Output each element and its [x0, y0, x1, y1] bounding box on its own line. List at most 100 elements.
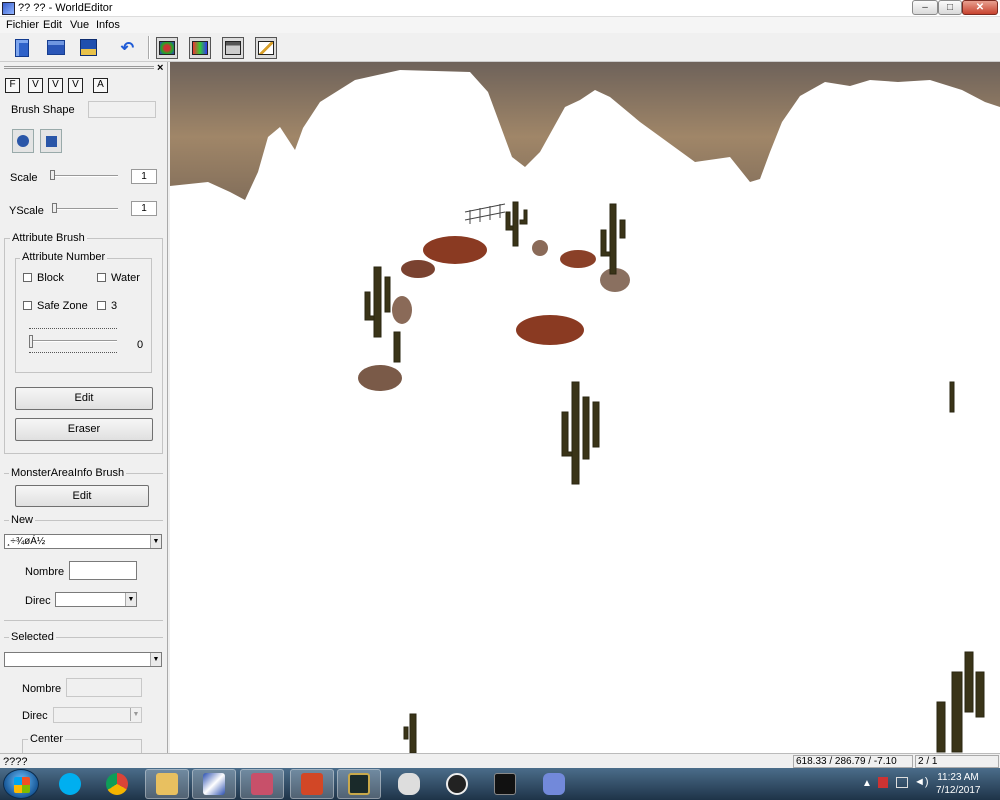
start-button[interactable] [3, 769, 39, 799]
water-label: Water [111, 272, 140, 284]
menu-bar: Fichier Edit Vue Infos [0, 17, 1000, 33]
network-icon[interactable] [896, 777, 908, 788]
view-window-button[interactable] [221, 36, 244, 59]
taskbar-powerpoint[interactable] [290, 769, 334, 799]
taskbar-cmd[interactable] [483, 769, 527, 799]
cmd-icon [494, 773, 516, 795]
volume-icon[interactable]: ◄) [914, 776, 929, 788]
taskbar-obs[interactable] [435, 769, 479, 799]
tent [423, 236, 487, 264]
safe-zone-checkbox[interactable] [23, 301, 32, 310]
tent [516, 315, 584, 345]
edit-pencil-button[interactable] [254, 36, 277, 59]
view-objects-icon [155, 36, 178, 59]
worldeditor-icon [203, 773, 225, 795]
direc-label: Direc [25, 595, 51, 607]
attr-slider-track[interactable] [29, 340, 117, 342]
brush-shape-field [88, 101, 156, 118]
yscale-label: YScale [9, 205, 44, 217]
undo-button[interactable]: ↶ [116, 36, 139, 59]
save-button[interactable] [77, 36, 100, 59]
scale-slider-track[interactable] [50, 175, 118, 177]
scale-slider-thumb[interactable] [50, 170, 55, 180]
new-monster-combo[interactable]: ¸÷¾øÁ½ ▼ [4, 534, 162, 549]
menu-fichier[interactable]: Fichier [6, 19, 39, 31]
square-icon [45, 135, 57, 147]
new-document-button[interactable] [10, 36, 33, 59]
mode-button-v2[interactable]: V [48, 78, 63, 93]
mode-button-v1[interactable]: V [28, 78, 43, 93]
monster-edit-button[interactable]: Edit [15, 485, 149, 507]
scale-value[interactable]: 1 [131, 169, 157, 184]
chevron-down-icon[interactable]: ▼ [150, 535, 161, 548]
chevron-down-icon: ▼ [130, 708, 141, 721]
yscale-slider-thumb[interactable] [52, 203, 57, 213]
attribute-number-title: Attribute Number [20, 251, 108, 263]
cactus [949, 381, 955, 413]
taskbar: ▲ ◄) 11:23 AM 7/12/2017 [0, 768, 1000, 800]
yscale-value[interactable]: 1 [131, 201, 157, 216]
water-checkbox[interactable] [97, 273, 106, 282]
mode-button-v3[interactable]: V [68, 78, 83, 93]
square-brush-button[interactable] [40, 129, 62, 153]
folder-icon [156, 773, 178, 795]
view-objects-button[interactable] [155, 36, 178, 59]
selected-monster-combo[interactable]: ▼ [4, 652, 162, 667]
selected-nombre-label: Nombre [22, 683, 62, 695]
new-title: New [9, 514, 36, 526]
selected-title: Selected [9, 631, 56, 643]
block-label: Block [37, 272, 64, 284]
chevron-down-icon[interactable]: ▼ [150, 653, 161, 666]
minimize-button[interactable]: – [912, 0, 938, 15]
window-title: ?? ?? - WorldEditor [18, 2, 113, 14]
tent [532, 240, 548, 256]
eraser-button[interactable]: Eraser [15, 418, 153, 441]
maximize-button[interactable]: □ [938, 0, 962, 15]
taskbar-league[interactable] [337, 769, 381, 799]
clock-date[interactable]: 7/12/2017 [936, 785, 981, 796]
attr-3-checkbox[interactable] [97, 301, 106, 310]
menu-infos[interactable]: Infos [96, 19, 120, 31]
taskbar-wolf[interactable] [387, 769, 431, 799]
direc-combo[interactable]: ▼ [55, 592, 137, 607]
close-button[interactable]: ✕ [962, 0, 998, 15]
nombre-input[interactable] [69, 561, 137, 580]
obs-icon [446, 773, 468, 795]
panel-close-button[interactable]: × [157, 62, 163, 74]
open-button[interactable] [44, 36, 67, 59]
selected-top-rule [4, 620, 163, 621]
tray-expand-icon[interactable]: ▲ [862, 778, 872, 789]
block-checkbox[interactable] [23, 273, 32, 282]
mode-button-a[interactable]: A [93, 78, 108, 93]
clock-time[interactable]: 11:23 AM [936, 772, 980, 783]
attribute-edit-button[interactable]: Edit [15, 387, 153, 410]
taskbar-discord[interactable] [532, 769, 576, 799]
attr-slider-value: 0 [137, 339, 144, 351]
mode-button-f[interactable]: F [5, 78, 20, 93]
tent [392, 296, 412, 324]
taskbar-skype[interactable] [48, 769, 92, 799]
attr-slider-thumb[interactable] [29, 335, 33, 348]
nombre-label: Nombre [25, 566, 65, 578]
view-colors-button[interactable] [188, 36, 211, 59]
taskbar-worldeditor[interactable] [192, 769, 236, 799]
save-icon [80, 39, 97, 56]
circle-brush-button[interactable] [12, 129, 34, 153]
status-bar: ???? 618.33 / 286.79 / -7.10 2 / 1 [0, 753, 1000, 768]
menu-edit[interactable]: Edit [43, 19, 62, 31]
panel-grip[interactable] [4, 66, 154, 69]
undo-icon: ↶ [120, 39, 135, 57]
taskbar-game[interactable] [240, 769, 284, 799]
yscale-slider-track[interactable] [52, 208, 118, 210]
title-bar[interactable]: ?? ?? - WorldEditor – □ ✕ [0, 0, 1000, 17]
taskbar-chrome[interactable] [95, 769, 139, 799]
status-page: 2 / 1 [915, 755, 999, 768]
attr-slider-ticks-bottom [29, 352, 117, 353]
new-document-icon [14, 38, 29, 57]
center-title: Center [28, 733, 66, 745]
world-3d-viewport[interactable] [170, 62, 1000, 753]
taskbar-explorer[interactable] [145, 769, 189, 799]
chevron-down-icon[interactable]: ▼ [125, 593, 136, 606]
action-center-icon[interactable] [878, 777, 888, 788]
menu-vue[interactable]: Vue [70, 19, 89, 31]
